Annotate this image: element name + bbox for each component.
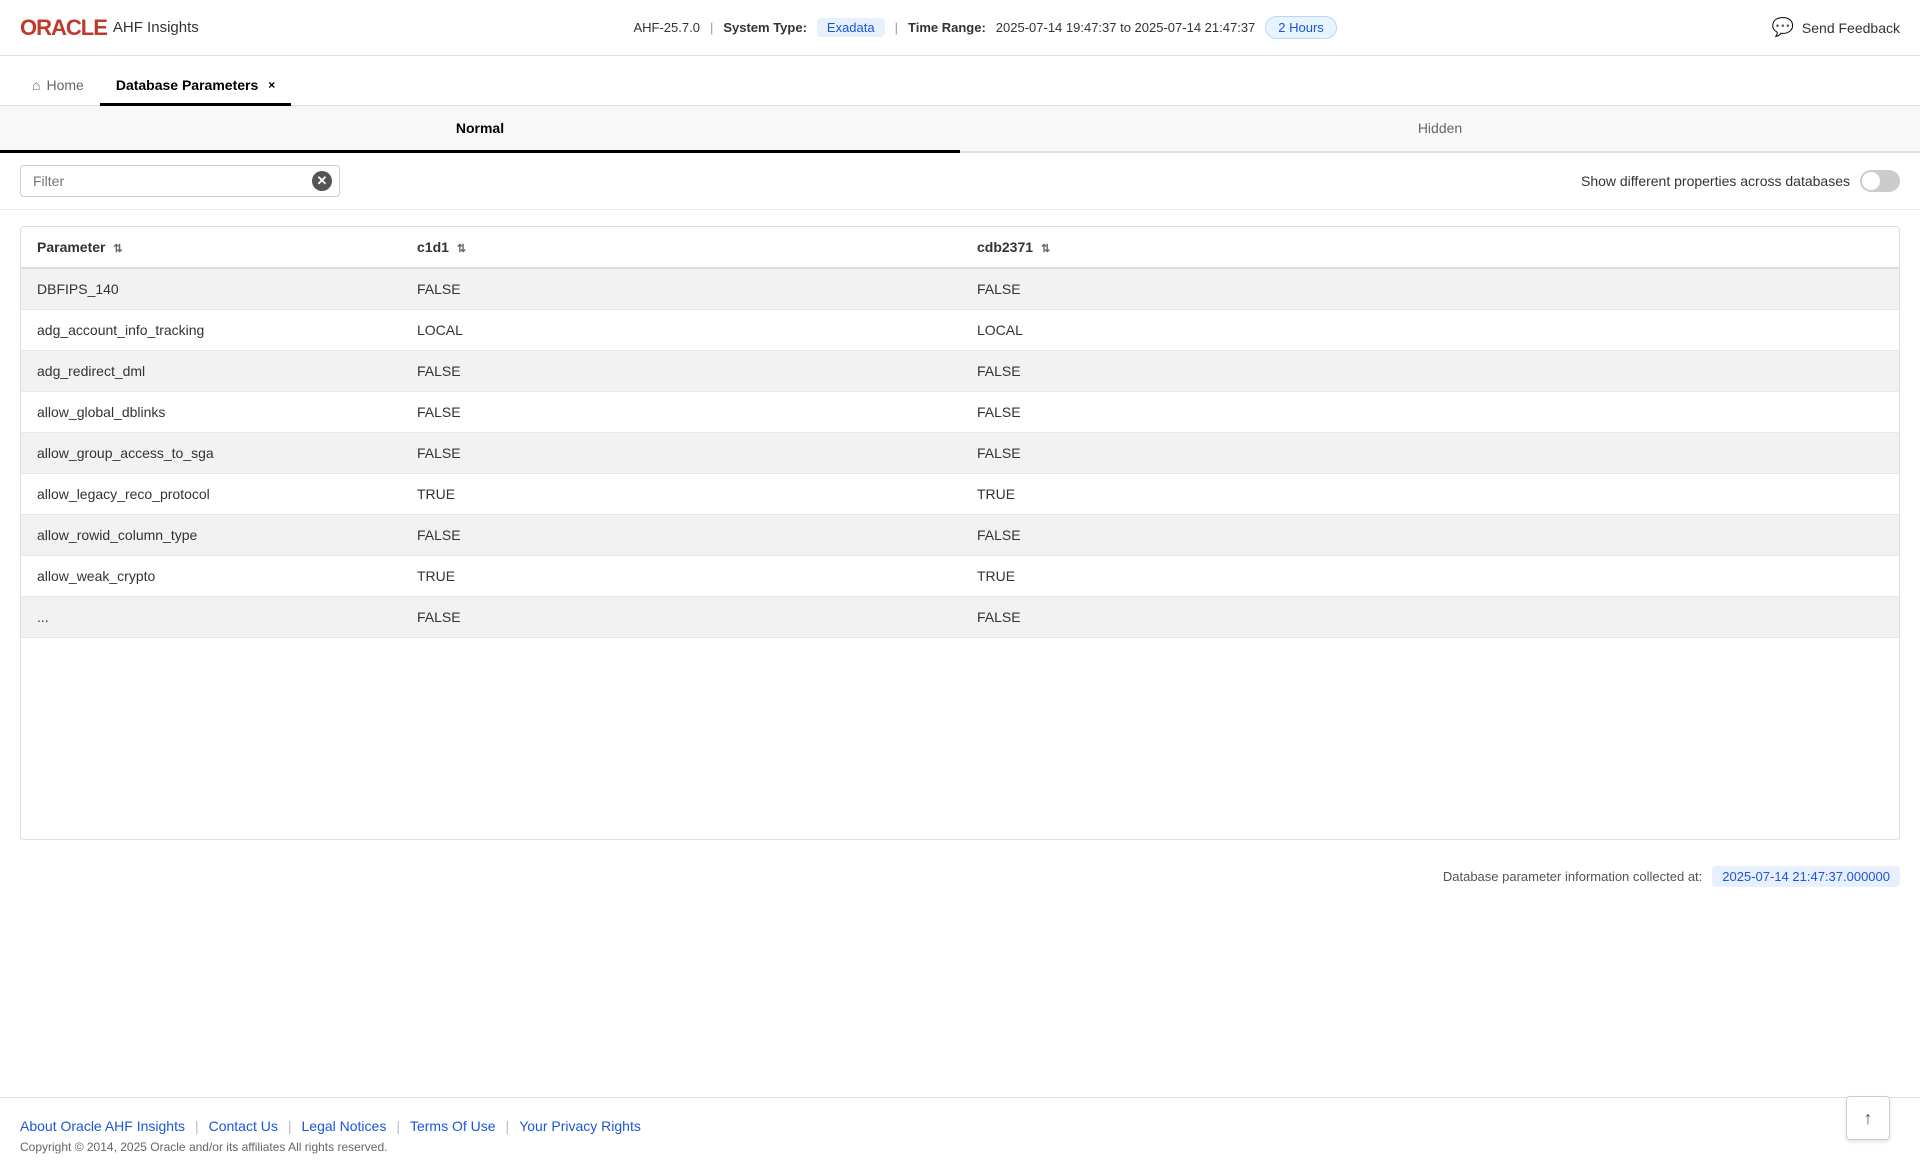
feedback-icon: 💬 [1772, 17, 1794, 38]
scroll-top-icon: ↑ [1864, 1108, 1873, 1129]
sub-tab-hidden-label: Hidden [1418, 120, 1462, 136]
cell-parameter: allow_group_access_to_sga [21, 433, 401, 474]
cell-cdb2371: FALSE [961, 351, 1899, 392]
col-parameter-label: Parameter [37, 239, 106, 255]
sub-tab-normal-label: Normal [456, 120, 504, 136]
cell-parameter: allow_rowid_column_type [21, 515, 401, 556]
filter-clear-button[interactable]: ✕ [312, 171, 332, 191]
filter-input[interactable] [20, 165, 340, 197]
time-range-value: 2025-07-14 19:47:37 to 2025-07-14 21:47:… [996, 20, 1256, 35]
oracle-logo: ORACLE AHF Insights [20, 15, 199, 41]
hours-badge: 2 Hours [1265, 16, 1337, 39]
db-info-label: Database parameter information collected… [1443, 869, 1702, 884]
db-params-tab-label: Database Parameters [116, 77, 258, 93]
table-row: allow_group_access_to_sgaFALSEFALSE [21, 433, 1899, 474]
home-icon: ⌂ [32, 77, 40, 93]
sort-icon-c1d1: ⇅ [457, 243, 466, 255]
toggle-switch[interactable] [1860, 170, 1900, 192]
version-text: AHF-25.7.0 [633, 20, 699, 35]
footer-links: About Oracle AHF Insights | Contact Us |… [20, 1118, 1900, 1134]
cell-cdb2371: TRUE [961, 474, 1899, 515]
cell-c1d1: TRUE [401, 556, 961, 597]
filter-input-wrap: ✕ [20, 165, 340, 197]
time-range-label: Time Range: [908, 20, 986, 35]
tab-database-parameters[interactable]: Database Parameters × [100, 67, 291, 106]
cell-parameter: ... [21, 597, 401, 638]
table-row: adg_account_info_trackingLOCALLOCAL [21, 310, 1899, 351]
filter-row: ✕ Show different properties across datab… [0, 153, 1920, 210]
sort-icon-cdb2371: ⇅ [1041, 243, 1050, 255]
system-type-badge: Exadata [817, 18, 885, 37]
cell-parameter: allow_weak_crypto [21, 556, 401, 597]
table-row: allow_global_dblinksFALSEFALSE [21, 392, 1899, 433]
db-info: Database parameter information collected… [0, 856, 1920, 897]
toggle-label: Show different properties across databas… [1581, 173, 1850, 189]
db-timestamp: 2025-07-14 21:47:37.000000 [1712, 866, 1900, 887]
col-cdb2371-label: cdb2371 [977, 239, 1033, 255]
cell-c1d1: FALSE [401, 515, 961, 556]
col-c1d1-label: c1d1 [417, 239, 449, 255]
cell-cdb2371: FALSE [961, 515, 1899, 556]
footer-link-terms[interactable]: Terms Of Use [410, 1118, 496, 1134]
cell-cdb2371: FALSE [961, 597, 1899, 638]
cell-c1d1: TRUE [401, 474, 961, 515]
cell-parameter: adg_account_info_tracking [21, 310, 401, 351]
cell-c1d1: LOCAL [401, 310, 961, 351]
table-row: allow_weak_cryptoTRUETRUE [21, 556, 1899, 597]
header: ORACLE AHF Insights AHF-25.7.0 | System … [0, 0, 1920, 56]
table-row: allow_legacy_reco_protocolTRUETRUE [21, 474, 1899, 515]
footer-link-privacy[interactable]: Your Privacy Rights [519, 1118, 641, 1134]
scroll-to-top-button[interactable]: ↑ [1846, 1096, 1890, 1140]
page-footer: About Oracle AHF Insights | Contact Us |… [0, 1097, 1920, 1170]
cell-c1d1: FALSE [401, 597, 961, 638]
sub-tab-hidden[interactable]: Hidden [960, 106, 1920, 153]
cell-parameter: adg_redirect_dml [21, 351, 401, 392]
close-tab-icon[interactable]: × [268, 78, 275, 92]
cell-parameter: DBFIPS_140 [21, 268, 401, 310]
table-header-row: Parameter ⇅ c1d1 ⇅ cdb2371 ⇅ [21, 227, 1899, 268]
table-row: adg_redirect_dmlFALSEFALSE [21, 351, 1899, 392]
cell-cdb2371: TRUE [961, 556, 1899, 597]
cell-cdb2371: FALSE [961, 392, 1899, 433]
col-header-cdb2371[interactable]: cdb2371 ⇅ [961, 227, 1899, 268]
footer-copyright: Copyright © 2014, 2025 Oracle and/or its… [20, 1140, 1900, 1154]
footer-link-contact[interactable]: Contact Us [209, 1118, 278, 1134]
col-header-parameter[interactable]: Parameter ⇅ [21, 227, 401, 268]
cell-cdb2371: FALSE [961, 268, 1899, 310]
cell-cdb2371: LOCAL [961, 310, 1899, 351]
cell-c1d1: FALSE [401, 433, 961, 474]
sub-tab-normal[interactable]: Normal [0, 106, 960, 153]
home-tab-label: Home [46, 77, 83, 93]
send-feedback-button[interactable]: 💬 Send Feedback [1772, 17, 1901, 38]
cell-c1d1: FALSE [401, 268, 961, 310]
sort-icon-parameter: ⇅ [113, 243, 122, 255]
system-type-label: System Type: [723, 20, 807, 35]
cell-c1d1: FALSE [401, 351, 961, 392]
parameters-table: Parameter ⇅ c1d1 ⇅ cdb2371 ⇅ DBFIPS_140F… [21, 227, 1899, 638]
sub-tabs: Normal Hidden [0, 106, 1920, 153]
header-center: AHF-25.7.0 | System Type: Exadata | Time… [633, 16, 1336, 39]
table-container: Parameter ⇅ c1d1 ⇅ cdb2371 ⇅ DBFIPS_140F… [20, 226, 1900, 840]
toggle-row: Show different properties across databas… [1581, 170, 1900, 192]
footer-link-legal[interactable]: Legal Notices [302, 1118, 387, 1134]
table-row: DBFIPS_140FALSEFALSE [21, 268, 1899, 310]
cell-parameter: allow_legacy_reco_protocol [21, 474, 401, 515]
cell-cdb2371: FALSE [961, 433, 1899, 474]
header-left: ORACLE AHF Insights [20, 15, 199, 41]
cell-c1d1: FALSE [401, 392, 961, 433]
col-header-c1d1[interactable]: c1d1 ⇅ [401, 227, 961, 268]
tab-home[interactable]: ⌂ Home [16, 67, 100, 106]
table-row: allow_rowid_column_typeFALSEFALSE [21, 515, 1899, 556]
footer-link-about[interactable]: About Oracle AHF Insights [20, 1118, 185, 1134]
table-row: ...FALSEFALSE [21, 597, 1899, 638]
oracle-wordmark: ORACLE [20, 15, 107, 41]
nav-tabs: ⌂ Home Database Parameters × [0, 56, 1920, 106]
feedback-label: Send Feedback [1802, 20, 1900, 36]
cell-parameter: allow_global_dblinks [21, 392, 401, 433]
app-name: AHF Insights [113, 19, 199, 36]
